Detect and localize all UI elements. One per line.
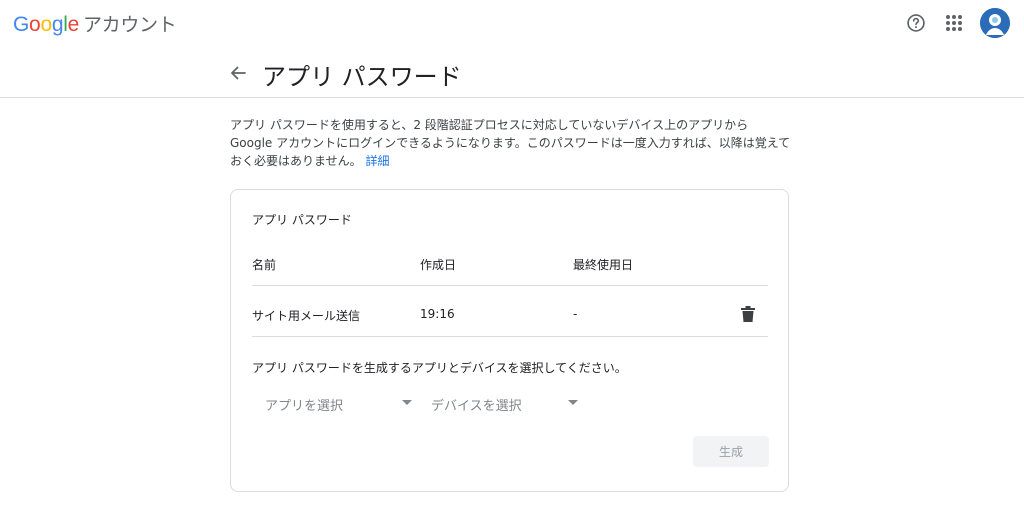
generate-button[interactable]: 生成 [693,436,769,467]
description-line-1: アプリ パスワードを使用すると、2 段階認証プロセスに対応していないデバイス上の… [230,118,749,132]
generate-instruction: アプリ パスワードを生成するアプリとデバイスを選択してください。 [252,361,627,375]
app-passwords-card: アプリ パスワード 名前 作成日 最終使用日 サイト用メール送信 19:16 -… [230,189,789,492]
table-divider-bottom [252,336,768,337]
page-title: アプリ パスワード [262,63,462,91]
product-name: アカウント [82,14,177,36]
apps-grid-icon[interactable] [942,11,966,35]
logo-letter-e: e [67,13,80,36]
logo-letter-g: G [13,13,30,36]
app-select-label: アプリを選択 [265,398,344,414]
column-header-last-used: 最終使用日 [573,258,634,272]
app-select[interactable]: アプリを選択 [252,390,412,418]
logo-letter-o2: o [40,13,52,36]
device-select-label: デバイスを選択 [431,398,522,414]
description: アプリ パスワードを使用すると、2 段階認証プロセスに対応していないデバイス上の… [230,116,795,170]
device-select[interactable]: デバイスを選択 [418,390,578,418]
dropdown-arrow-icon [402,400,412,405]
top-bar: Google アカウント [0,0,1024,46]
header-actions [904,8,1010,38]
learn-more-link[interactable]: 詳細 [365,154,389,168]
table-divider-top [252,285,768,286]
card-title: アプリ パスワード [252,213,352,227]
logo-letter-g2: g [51,13,64,36]
row-last-used: - [573,307,578,321]
dropdown-arrow-icon [568,400,578,405]
google-account-logo[interactable]: Google アカウント [13,10,177,37]
row-name: サイト用メール送信 [252,309,361,323]
row-created: 19:16 [420,307,455,321]
avatar[interactable] [980,8,1010,38]
description-line-3: おく必要はありません。 [230,154,362,168]
help-icon[interactable] [904,11,928,35]
arrow-back-icon[interactable] [227,62,249,84]
page-header: アプリ パスワード [0,46,1024,98]
logo-letter-o1: o [29,13,41,36]
trash-icon[interactable] [739,304,757,324]
column-header-created: 作成日 [420,258,457,272]
column-header-name: 名前 [252,258,277,272]
description-line-2: Google アカウントにログインできるようになります。このパスワードは一度入力… [230,136,791,150]
description-line-3-wrap: おく必要はありません。 詳細 [230,152,795,170]
